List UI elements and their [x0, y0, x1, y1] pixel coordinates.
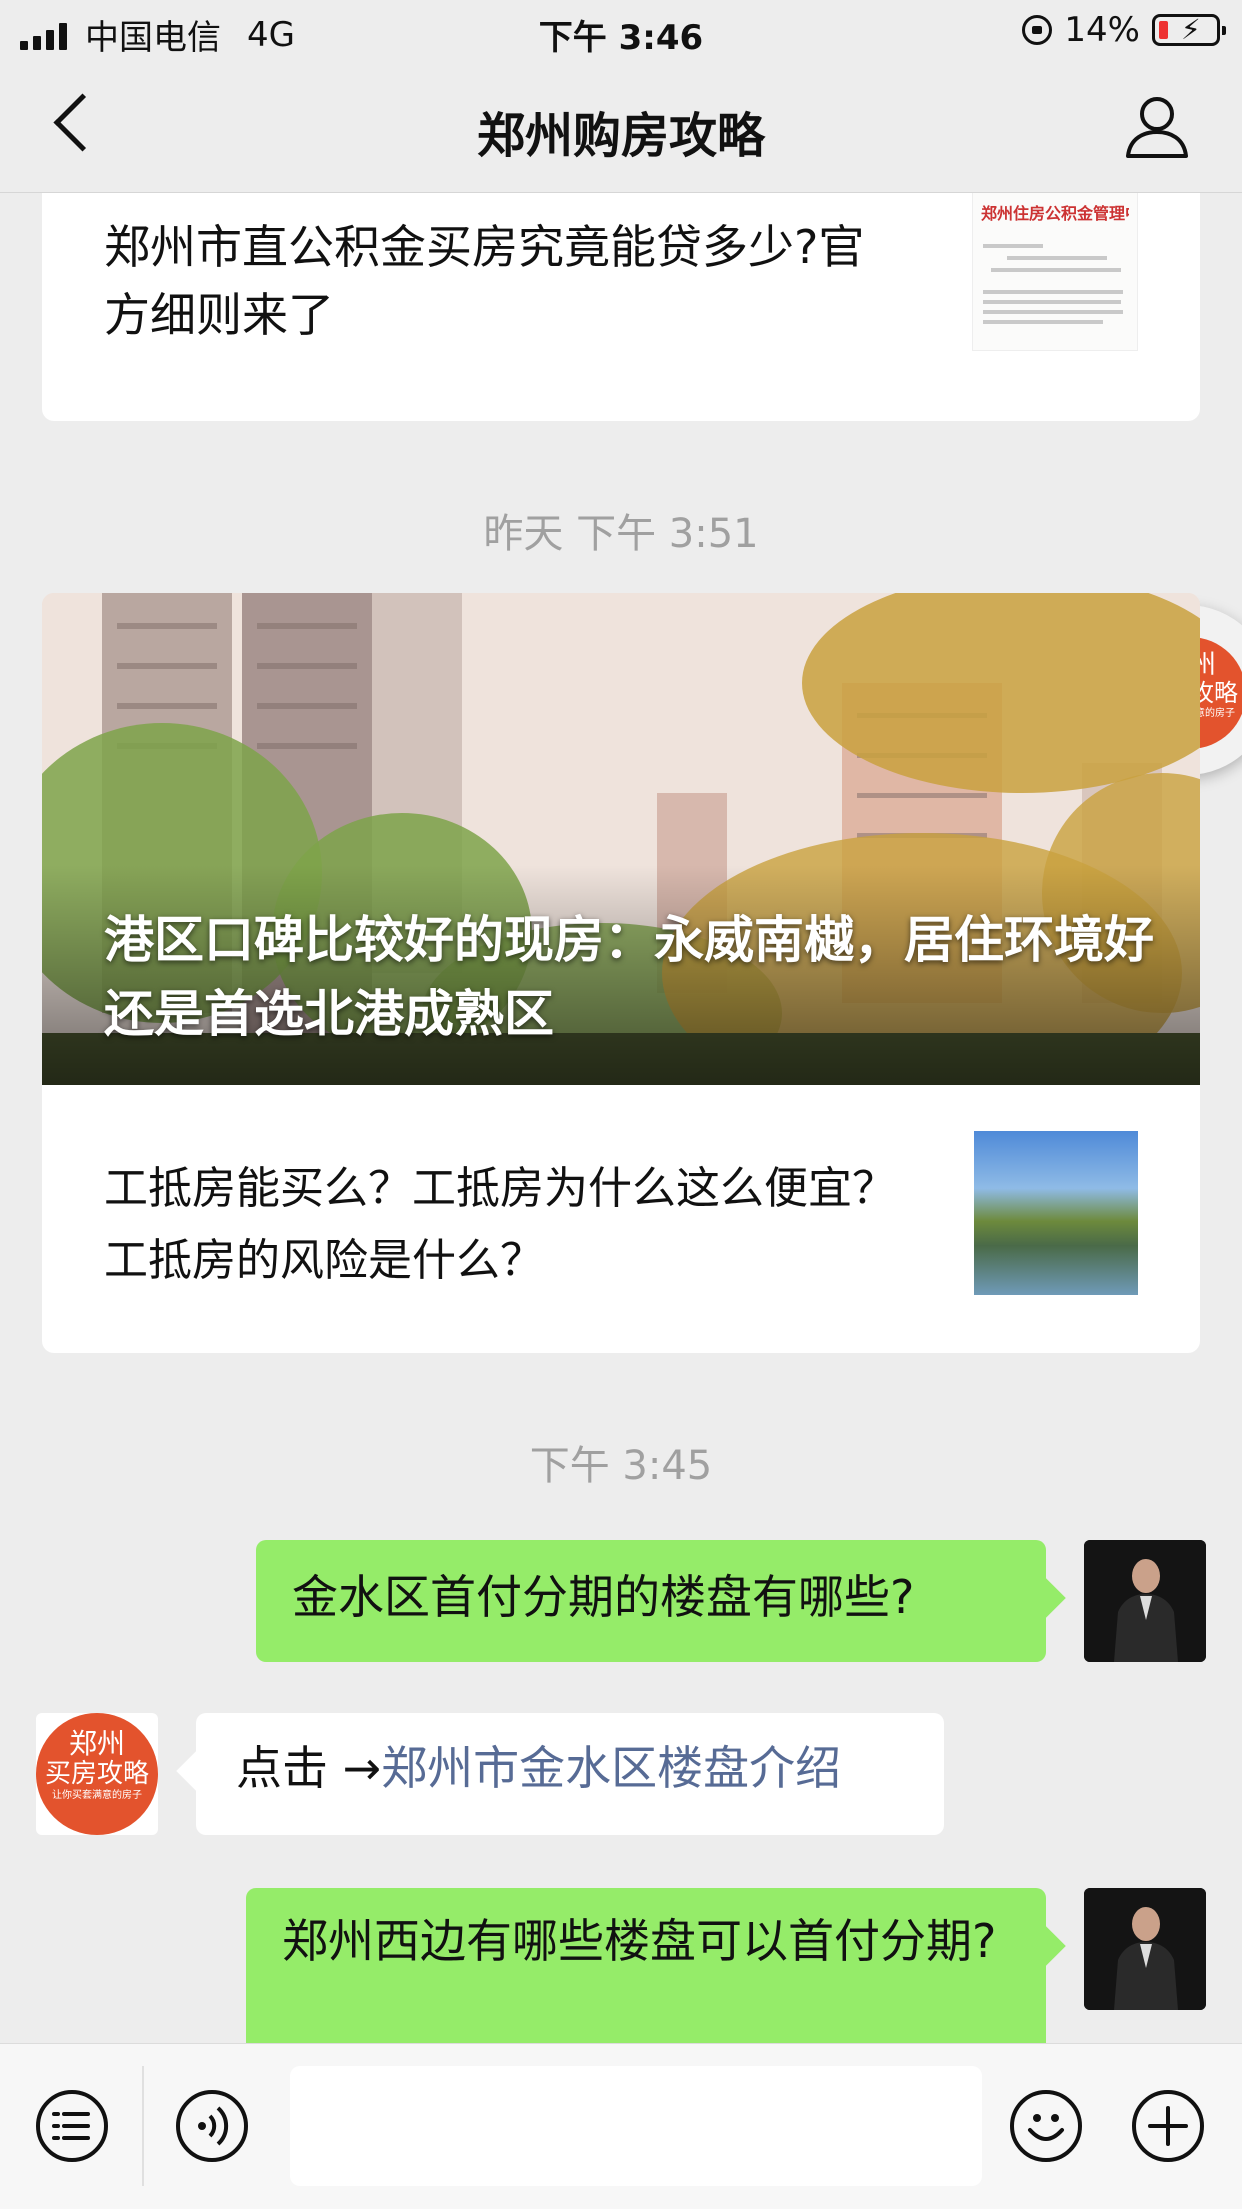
voice-icon[interactable]: [176, 2090, 248, 2162]
user-avatar[interactable]: [1084, 1888, 1206, 2010]
nav-bar: 郑州购房攻略: [0, 62, 1242, 193]
rotation-lock-icon: [1022, 15, 1053, 45]
reply-prefix: 点击 →: [236, 1741, 382, 1795]
reply-link[interactable]: 郑州市金水区楼盘介绍: [381, 1741, 841, 1795]
chat-area[interactable]: 郑州市直公积金买房究竟能贷多少?官方细则来了 郑州住房公积金管理中心文件 郑州 …: [0, 193, 1242, 2043]
input-bar: [0, 2043, 1242, 2209]
article-title[interactable]: 郑州市直公积金买房究竟能贷多少?官方细则来了: [104, 213, 904, 349]
thumbnail-header: 郑州住房公积金管理中心文件: [981, 204, 1129, 222]
sent-message-bubble[interactable]: 金水区首付分期的楼盘有哪些?: [256, 1540, 1046, 1662]
menu-icon[interactable]: [36, 2090, 108, 2162]
sent-message-bubble[interactable]: 郑州西边有哪些楼盘可以首付分期?: [246, 1888, 1046, 2043]
received-message-bubble: 点击 →郑州市金水区楼盘介绍: [196, 1713, 944, 1835]
article-card[interactable]: 郑州市直公积金买房究竟能贷多少?官方细则来了 郑州住房公积金管理中心文件: [42, 193, 1200, 421]
status-right: 14% ⚡: [1022, 10, 1226, 50]
official-account-avatar[interactable]: 郑州 买房攻略 让你买套满意的房子: [36, 1713, 158, 1835]
status-bar: 中国电信 4G 下午 3:46 14% ⚡: [0, 0, 1242, 62]
article-thumbnail: [974, 1131, 1138, 1295]
article-thumbnail: 郑州住房公积金管理中心文件: [972, 193, 1138, 351]
profile-icon[interactable]: [1122, 92, 1192, 162]
page-title: 郑州购房攻略: [476, 108, 765, 164]
message-input[interactable]: [290, 2066, 982, 2186]
article-hero-title[interactable]: 港区口碑比较好的现房：永威南樾，居住环境好还是首选北港成熟区: [104, 903, 1154, 1051]
article-subtitle[interactable]: 工抵房能买么？工抵房为什么这么便宜？工抵房的风险是什么？: [104, 1153, 904, 1297]
article-hero-image[interactable]: 港区口碑比较好的现房：永威南樾，居住环境好还是首选北港成熟区: [42, 593, 1200, 1085]
divider: [142, 2066, 144, 2186]
plus-icon[interactable]: [1132, 2090, 1204, 2162]
emoji-icon[interactable]: [1010, 2090, 1082, 2162]
article-card[interactable]: 港区口碑比较好的现房：永威南樾，居住环境好还是首选北港成熟区 工抵房能买么？工抵…: [42, 593, 1200, 1353]
brand-logo: 郑州 买房攻略 让你买套满意的房子: [36, 1713, 158, 1835]
battery-icon: ⚡: [1152, 14, 1226, 46]
timestamp: 昨天 下午 3:51: [483, 511, 759, 557]
battery-percent: 14%: [1064, 10, 1140, 50]
user-avatar[interactable]: [1084, 1540, 1206, 1662]
timestamp: 下午 3:45: [529, 1443, 713, 1489]
